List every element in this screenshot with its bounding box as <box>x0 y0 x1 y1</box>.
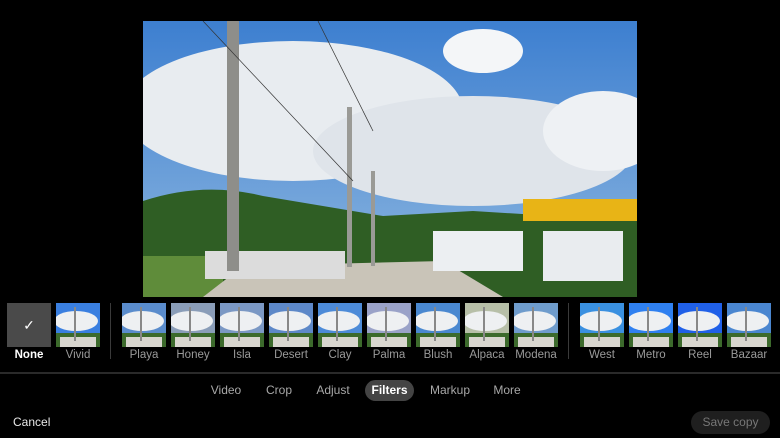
filter-thumb-bazaar[interactable] <box>727 303 771 347</box>
filter-label: Bazaar <box>730 349 768 361</box>
filter-thumb-alpaca[interactable] <box>465 303 509 347</box>
checkmark-icon: ✓ <box>23 317 35 333</box>
divider <box>0 372 780 374</box>
tab-more[interactable]: More <box>489 380 525 401</box>
filter-thumb-blush[interactable] <box>416 303 460 347</box>
filter-thumb-west[interactable] <box>580 303 624 347</box>
cancel-button[interactable]: Cancel <box>13 415 50 429</box>
filter-group-divider <box>110 303 111 359</box>
filter-thumb-desert[interactable] <box>269 303 313 347</box>
tab-markup[interactable]: Markup <box>425 380 475 401</box>
tab-video[interactable]: Video <box>205 380 247 401</box>
filter-thumb-playa[interactable] <box>122 303 166 347</box>
tab-filters[interactable]: Filters <box>365 380 414 401</box>
filter-thumb-honey[interactable] <box>171 303 215 347</box>
filter-thumb-isla[interactable] <box>220 303 264 347</box>
filter-thumb-vivid[interactable] <box>56 303 100 347</box>
filter-group-divider <box>568 303 569 359</box>
filter-thumb-clay[interactable] <box>318 303 362 347</box>
filter-thumb-palma[interactable] <box>367 303 411 347</box>
filter-thumb-modena[interactable] <box>514 303 558 347</box>
filter-thumb-metro[interactable] <box>629 303 673 347</box>
tab-adjust[interactable]: Adjust <box>313 380 353 401</box>
filter-thumb-reel[interactable] <box>678 303 722 347</box>
photo-preview <box>143 21 637 297</box>
filter-label: Modena <box>515 349 557 361</box>
tab-crop[interactable]: Crop <box>262 380 296 401</box>
filter-label: Vivid <box>65 349 91 361</box>
save-copy-button[interactable]: Save copy <box>691 411 770 434</box>
filter-thumb-none[interactable]: ✓ <box>7 303 51 347</box>
